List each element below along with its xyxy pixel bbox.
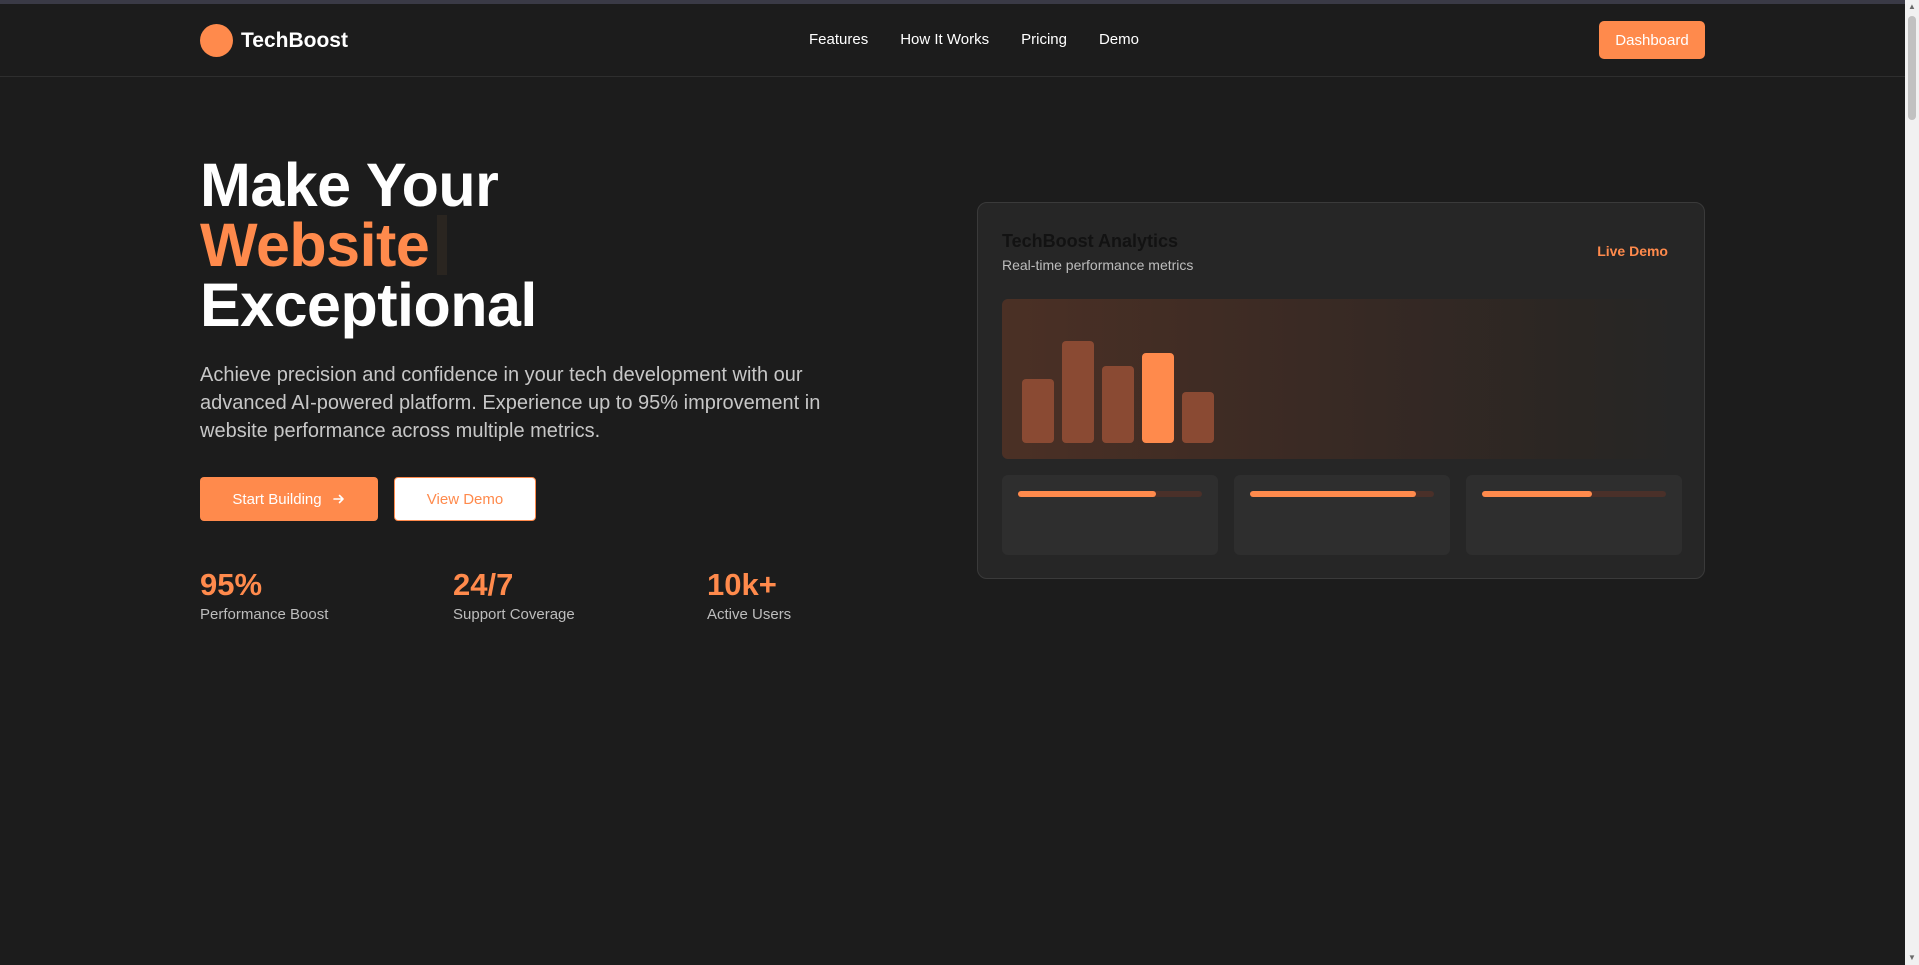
scroll-up-icon[interactable]: ▲: [1908, 3, 1916, 11]
arrow-right-icon: [332, 494, 344, 504]
scrollbar-thumb[interactable]: [1908, 16, 1916, 120]
stat-value: 95%: [200, 567, 263, 602]
analytics-card-subtitle: Real-time performance metrics: [1002, 257, 1194, 273]
live-demo-link[interactable]: Live Demo: [1597, 243, 1668, 259]
stat-value: 24/7: [453, 567, 514, 602]
progress-fill: [1018, 491, 1156, 497]
metric-card: [1466, 475, 1682, 555]
stat-label: Support Coverage: [453, 606, 575, 623]
nav-link-pricing[interactable]: Pricing: [1021, 31, 1067, 48]
nav-link-demo[interactable]: Demo: [1099, 31, 1139, 48]
progress-track: [1482, 491, 1666, 497]
metric-card: [1234, 475, 1450, 555]
stat-performance: 95% Performance Boost: [200, 567, 329, 624]
hero-title-line-3: Exceptional: [200, 271, 537, 339]
progress-fill: [1482, 491, 1593, 497]
brand-name: TechBoost: [241, 28, 348, 52]
chart-bar: [1182, 392, 1214, 443]
logo-circle-icon: [200, 24, 233, 57]
stat-support: 24/7 Support Coverage: [453, 567, 575, 624]
chart-bar: [1062, 341, 1094, 443]
chart-bar: [1142, 353, 1174, 443]
nav-link-how-it-works[interactable]: How It Works: [900, 31, 989, 48]
dashboard-button[interactable]: Dashboard: [1599, 21, 1705, 59]
site-header: TechBoost Features How It Works Pricing …: [0, 4, 1905, 77]
chart-bar: [1022, 379, 1054, 443]
analytics-card-title: TechBoost Analytics: [1002, 231, 1179, 251]
stat-users: 10k+ Active Users: [707, 567, 792, 624]
progress-fill: [1250, 491, 1416, 497]
stat-value: 10k+: [707, 567, 777, 602]
metric-card: [1002, 475, 1218, 555]
hero-title-accent: Website: [200, 211, 430, 279]
stat-label: Performance Boost: [200, 606, 329, 623]
analytics-card: TechBoost Analytics Real-time performanc…: [977, 202, 1705, 579]
chart-bar: [1102, 366, 1134, 443]
nav-link-features[interactable]: Features: [809, 31, 868, 48]
progress-track: [1018, 491, 1202, 497]
analytics-bar-chart: [1002, 299, 1682, 459]
scroll-down-icon[interactable]: ▼: [1908, 954, 1916, 962]
logo[interactable]: TechBoost: [200, 24, 348, 57]
typing-cursor: [437, 215, 448, 275]
hero-title-line-1: Make Your: [200, 151, 499, 219]
stat-label: Active Users: [707, 606, 792, 623]
start-building-button[interactable]: Start Building: [200, 477, 378, 521]
progress-track: [1250, 491, 1434, 497]
hero-title: Make Your Website Exceptional: [200, 151, 537, 339]
scrollbar[interactable]: ▲ ▼: [1905, 0, 1919, 965]
start-building-label: Start Building: [232, 490, 322, 508]
hero-description: Achieve precision and confidence in your…: [200, 364, 821, 442]
main-nav: Features How It Works Pricing Demo: [809, 31, 1139, 48]
view-demo-button[interactable]: View Demo: [394, 477, 536, 521]
